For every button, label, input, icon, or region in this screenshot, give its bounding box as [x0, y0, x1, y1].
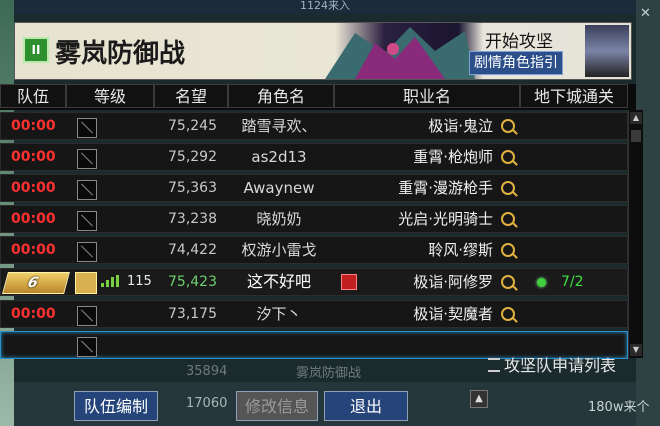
reputation-value: 75,292 [168, 149, 217, 165]
character-name: as2d13 [251, 148, 307, 166]
boss-art-image [325, 27, 475, 79]
team-edit-button[interactable]: 队伍编制 [74, 391, 158, 421]
queue-time: 00:00 [11, 211, 56, 227]
search-icon[interactable] [501, 150, 515, 164]
search-icon[interactable] [501, 275, 515, 289]
search-icon[interactable] [501, 119, 515, 133]
background-num2: 35894 [186, 364, 228, 379]
col-dungeon-clear: 地下城通关 [520, 84, 628, 108]
col-level: 等级 [66, 84, 154, 108]
reputation-value: 75,363 [168, 180, 217, 196]
background-number: 17060 [186, 396, 228, 411]
table-row[interactable]: 00:00 74,422 权游小雷戈 聆风·缪斯 [0, 236, 628, 264]
reputation-value: 73,238 [168, 211, 217, 227]
character-name: 踏雪寻欢、 [241, 117, 317, 135]
pause-icon[interactable]: II [23, 37, 49, 63]
level-slot-empty [77, 180, 97, 200]
scroll-down-arrow-icon[interactable]: ▼ [630, 344, 642, 356]
character-name: Awaynew [243, 179, 315, 197]
dungeon-banner: II 雾岚防御战 开始攻坚 剧情角色指引 [14, 22, 632, 80]
col-reputation: 名望 [154, 84, 228, 108]
job-name: 极诣·契魔者 [413, 305, 493, 323]
modify-info-button[interactable]: 修改信息 [236, 391, 318, 421]
exit-button[interactable]: 退出 [324, 391, 408, 421]
story-guide-button[interactable]: 剧情角色指引 [469, 51, 563, 75]
character-level: 115 [127, 274, 152, 289]
level-slot-empty [77, 306, 97, 326]
level-slot-empty [77, 118, 97, 138]
table-row[interactable]: 00:00 73,175 汐下丶 极诣·契魔者 [0, 300, 628, 328]
job-name: 重霄·枪炮师 [413, 148, 493, 166]
character-name: 这不好吧 [246, 272, 311, 291]
list-icon [488, 358, 500, 372]
level-slot-empty [77, 149, 97, 169]
badge-number: 6 [25, 275, 40, 291]
start-raid-label[interactable]: 开始攻坚 [485, 27, 553, 52]
search-icon[interactable] [501, 307, 515, 321]
job-name: 极诣·鬼泣 [428, 117, 493, 135]
hero-portrait [585, 25, 629, 77]
table-row[interactable]: 00:00 73,238 晓奶奶 光启·光明骑士 [0, 205, 628, 233]
avatar [75, 272, 97, 294]
window-title: 1124来入 [14, 0, 636, 14]
queue-time: 00:00 [11, 118, 56, 134]
table-row-self[interactable]: 6 115 75,423 这不好吧 极诣·阿修罗 7/2 [0, 268, 628, 296]
search-icon[interactable] [501, 181, 515, 195]
background-right-text: 180w来个 [588, 400, 650, 415]
job-name: 重霄·漫游枪手 [398, 179, 493, 197]
dungeon-title: 雾岚防御战 [55, 39, 186, 69]
party-table-header: 队伍 等级 名望 角色名 职业名 地下城通关 [0, 84, 636, 110]
job-name: 光启·光明骑士 [398, 210, 493, 228]
table-row[interactable]: 00:00 75,245 踏雪寻欢、 极诣·鬼泣 [0, 112, 628, 140]
apply-list-label: 攻坚队申请列表 [504, 356, 617, 375]
online-status-icon [537, 278, 546, 287]
queue-time: 00:00 [11, 306, 56, 322]
background-close-glyph: ✕ [640, 6, 651, 21]
job-name: 聆风·缪斯 [428, 241, 493, 259]
col-team: 队伍 [0, 84, 66, 108]
reputation-value: 75,245 [168, 118, 217, 134]
character-name: 汐下丶 [256, 305, 302, 323]
level-slot-empty [77, 211, 97, 231]
table-row[interactable]: 00:00 75,292 as2d13 重霄·枪炮师 [0, 143, 628, 171]
signal-bars-icon [101, 275, 123, 287]
raid-apply-list-link[interactable]: 攻坚队申请列表 [488, 352, 616, 376]
level-slot-empty [77, 337, 97, 357]
character-name: 权游小雷戈 [241, 241, 317, 259]
queue-time: 00:00 [11, 242, 56, 258]
reputation-value: 73,175 [168, 306, 217, 322]
col-job-name: 职业名 [334, 84, 520, 108]
arrow-up-icon[interactable]: ▲ [470, 390, 488, 408]
character-name: 晓奶奶 [256, 210, 302, 228]
level-slot-empty [77, 242, 97, 262]
scroll-up-arrow-icon[interactable]: ▲ [630, 112, 642, 124]
reputation-value: 75,423 [168, 274, 217, 290]
job-name: 极诣·阿修罗 [413, 273, 493, 291]
leader-badge: 6 [2, 272, 70, 294]
queue-time: 00:00 [11, 149, 56, 165]
table-row[interactable]: 00:00 75,363 Awaynew 重霄·漫游枪手 [0, 174, 628, 202]
search-icon[interactable] [501, 212, 515, 226]
queue-time: 00:00 [11, 180, 56, 196]
reputation-value: 74,422 [168, 242, 217, 258]
background-center-text: 雾岚防御战 [296, 366, 362, 381]
table-scrollbar[interactable]: ▲ ▼ [628, 110, 643, 358]
col-character-name: 角色名 [228, 84, 334, 108]
dungeon-clear-count: 7/2 [561, 274, 584, 290]
search-icon[interactable] [501, 243, 515, 257]
scroll-thumb[interactable] [631, 130, 641, 142]
